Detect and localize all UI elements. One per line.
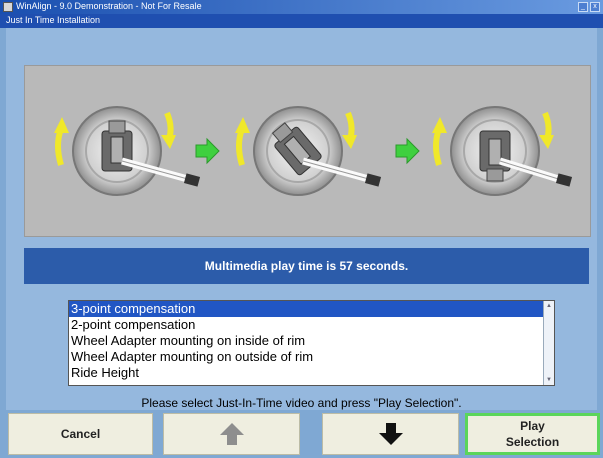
next-step-arrow-icon: [195, 137, 220, 165]
curved-arrow-up-icon: [55, 127, 64, 166]
move-down-button[interactable]: [322, 413, 459, 455]
instruction-text: Please select Just-In-Time video and pre…: [141, 396, 462, 410]
compensation-illustration: [24, 65, 591, 237]
list-item[interactable]: 3-point compensation: [69, 301, 554, 317]
up-arrow-icon: [219, 423, 244, 445]
list-item[interactable]: Ride Height: [69, 365, 554, 381]
play-button-label-line2: Selection: [505, 435, 560, 449]
cancel-button-label: Cancel: [60, 427, 101, 441]
play-selection-button[interactable]: Play Selection: [465, 413, 600, 455]
list-item[interactable]: Wheel Adapter mounting on inside of rim: [69, 333, 554, 349]
dialog-title: Just In Time Installation: [6, 15, 101, 25]
close-button[interactable]: x: [590, 2, 600, 12]
play-time-banner: Multimedia play time is 57 seconds.: [24, 248, 589, 284]
wheel-step-1: [54, 106, 201, 196]
wheel-step-2: [235, 106, 382, 196]
dialog-titlebar: Just In Time Installation: [0, 14, 603, 28]
wheel-step-3: [432, 106, 573, 196]
move-up-button[interactable]: [163, 413, 300, 455]
next-step-arrow-icon: [395, 137, 420, 165]
sensor-head-icon: [555, 173, 573, 187]
down-arrow-icon: [378, 423, 403, 445]
cancel-button[interactable]: Cancel: [8, 413, 153, 455]
scroll-up-icon[interactable]: ▲: [544, 301, 554, 311]
scroll-down-icon[interactable]: ▼: [544, 375, 554, 385]
video-listbox[interactable]: 3-point compensation 2-point compensatio…: [68, 300, 555, 386]
curved-arrow-up-icon: [433, 127, 442, 166]
curved-arrow-up-icon: [236, 127, 245, 166]
list-scrollbar[interactable]: ▲ ▼: [543, 301, 554, 385]
window-titlebar: WinAlign - 9.0 Demonstration - Not For R…: [0, 0, 603, 14]
sensor-head-icon: [183, 173, 201, 187]
minimize-button[interactable]: _: [578, 2, 588, 12]
play-button-label-line1: Play: [520, 419, 545, 433]
app-icon: [3, 2, 13, 12]
compensation-diagram: [54, 106, 573, 196]
list-item[interactable]: Wheel Adapter mounting on outside of rim: [69, 349, 554, 365]
list-item[interactable]: 2-point compensation: [69, 317, 554, 333]
window-title: WinAlign - 9.0 Demonstration - Not For R…: [16, 1, 202, 11]
sensor-head-icon: [364, 173, 382, 187]
